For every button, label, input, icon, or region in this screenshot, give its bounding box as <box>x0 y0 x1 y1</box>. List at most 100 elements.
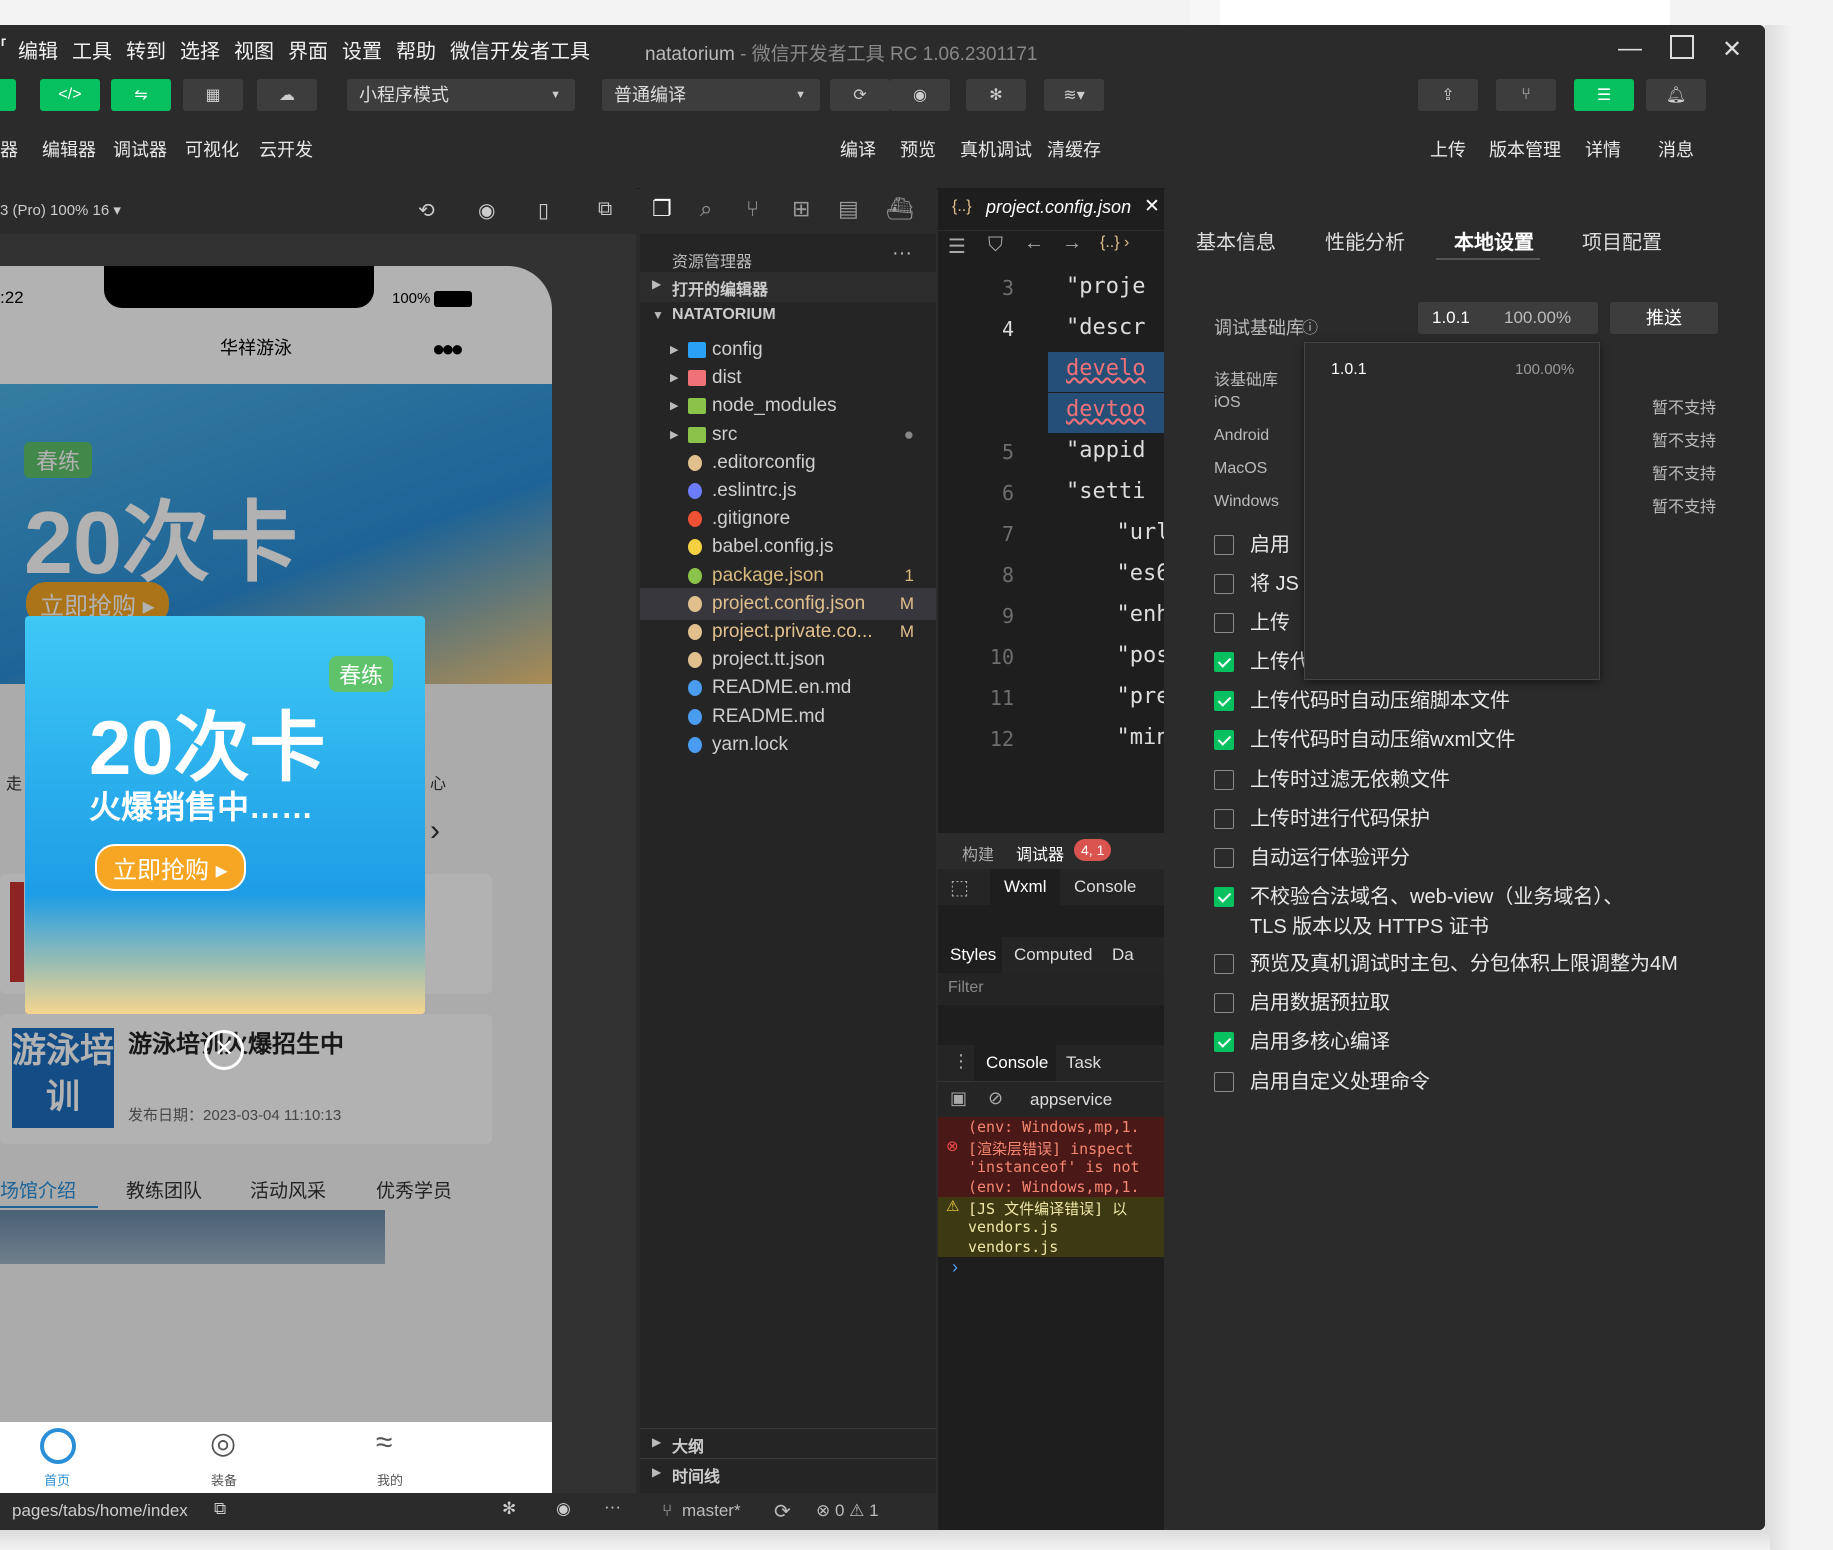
sync-icon[interactable]: ⟳ <box>774 1499 791 1524</box>
tab-dataset[interactable]: Da <box>1112 945 1134 965</box>
option-checkbox[interactable] <box>1214 691 1234 711</box>
phone-icon[interactable]: ▯ <box>538 198 549 223</box>
tree-item[interactable]: ▶ src ● <box>640 419 936 451</box>
option-checkbox[interactable] <box>1214 1032 1234 1052</box>
tab-wxml[interactable]: Wxml <box>1004 877 1046 897</box>
option-checkbox[interactable] <box>1214 954 1234 974</box>
open-editors-section[interactable]: ▶ 打开的编辑器 <box>640 272 936 302</box>
promo-popup[interactable]: 春练 20次卡 火爆销售中…… 立即抢购 ▸ <box>25 616 425 1014</box>
tree-item[interactable]: .eslintrc.js <box>640 475 936 507</box>
preview-button[interactable]: ◉ <box>890 79 950 111</box>
option-checkbox[interactable] <box>1214 535 1234 555</box>
problems-count[interactable]: ⊗ 0 ⚠ 1 <box>816 1501 879 1521</box>
tab-close-icon[interactable]: ✕ <box>1144 195 1160 218</box>
menu-item[interactable]: 选择 <box>180 35 220 64</box>
copy-icon[interactable]: ⧉ <box>214 1499 226 1519</box>
outline-section[interactable]: ▶ 大纲 <box>640 1428 936 1457</box>
tree-item[interactable]: project.tt.json <box>640 644 936 676</box>
lib-version-select[interactable]: 1.0.1 100.00% <box>1418 302 1598 334</box>
tab-performance[interactable]: 性能分析 <box>1325 226 1405 255</box>
option-checkbox[interactable] <box>1214 1072 1234 1092</box>
menu-item[interactable]: 编辑 <box>18 35 58 64</box>
tree-item[interactable]: .editorconfig <box>640 447 936 479</box>
device-select[interactable]: 3 (Pro) 100% 16 ▾ <box>0 201 121 219</box>
git-branch[interactable]: master* <box>682 1501 741 1521</box>
tree-item[interactable]: ▶ dist <box>640 362 936 394</box>
tab-debugger[interactable]: 调试器 <box>1016 841 1064 865</box>
filter-input[interactable]: Filter <box>938 973 1164 1005</box>
stop-icon[interactable]: ◉ <box>478 198 495 223</box>
menu-item[interactable]: 界面 <box>288 35 328 64</box>
menu-item[interactable]: 转到 <box>126 35 166 64</box>
tree-item[interactable]: project.private.co... M <box>640 616 936 648</box>
console-prompt[interactable]: › <box>952 1257 958 1278</box>
dropdown-option[interactable]: 1.0.1 100.00% <box>1305 355 1599 389</box>
storage-icon[interactable]: ▤ <box>838 196 859 222</box>
push-button[interactable]: 推送 <box>1610 302 1718 334</box>
code-line[interactable]: "pre <box>1090 684 1164 709</box>
back-icon[interactable]: ← <box>1024 232 1044 255</box>
simulator-toggle-button[interactable] <box>0 79 16 111</box>
git-icon[interactable]: ⑂ <box>746 196 759 222</box>
docker-icon[interactable]: ⛴ <box>886 196 914 222</box>
bug-icon[interactable]: ✻ <box>502 1499 516 1519</box>
kebab-icon[interactable]: ⋮ <box>952 1051 970 1072</box>
tree-item[interactable]: .gitignore <box>640 503 936 535</box>
option-checkbox[interactable] <box>1214 993 1234 1013</box>
tab-basic-info[interactable]: 基本信息 <box>1196 226 1276 255</box>
code-line[interactable]: "appid <box>1066 438 1145 463</box>
code-line[interactable]: "url <box>1090 520 1164 545</box>
code-line[interactable]: develo <box>1066 356 1145 381</box>
drawer-tab-task[interactable]: Task <box>1066 1053 1101 1073</box>
code-line[interactable]: "descr <box>1066 315 1145 340</box>
tree-item[interactable]: project.config.json M <box>640 587 936 620</box>
editor-toggle-button[interactable]: </> <box>40 79 100 111</box>
rotate-icon[interactable]: ⟲ <box>418 198 435 223</box>
window-icon[interactable]: ⧉ <box>598 198 612 221</box>
details-button[interactable]: ☰ <box>1574 79 1634 111</box>
code-line[interactable]: "es6 <box>1090 561 1164 586</box>
option-checkbox[interactable] <box>1214 730 1234 750</box>
list-icon[interactable]: ☰ <box>948 234 966 259</box>
menu-item[interactable]: 微信开发者工具 <box>450 35 590 64</box>
editor-tab[interactable]: {..} project.config.json ✕ <box>938 188 1164 231</box>
swimmer-icon[interactable]: ≈ <box>376 1426 392 1460</box>
option-checkbox[interactable] <box>1214 652 1234 672</box>
option-checkbox[interactable] <box>1214 887 1234 907</box>
visual-button[interactable]: ▦ <box>183 79 243 111</box>
search-icon[interactable]: ⌕ <box>700 196 712 222</box>
maximize-icon[interactable] <box>1670 35 1694 59</box>
option-checkbox[interactable] <box>1214 613 1234 633</box>
eye-icon[interactable]: ◉ <box>556 1499 571 1519</box>
tab-mine[interactable]: 我的 <box>377 1470 403 1489</box>
upload-button[interactable]: ⇪ <box>1418 79 1478 111</box>
inspect-icon[interactable]: ⬚ <box>950 875 969 900</box>
tab-console[interactable]: Console <box>1074 877 1136 897</box>
code-line[interactable]: "enh <box>1090 602 1164 627</box>
drawer-tab-console[interactable]: Console <box>986 1053 1048 1073</box>
option-checkbox[interactable] <box>1214 574 1234 594</box>
mode-select[interactable]: 小程序模式 ▼ <box>347 79 575 111</box>
extensions-icon[interactable]: ⊞ <box>792 196 810 222</box>
close-icon[interactable]: ✕ <box>1722 35 1742 64</box>
debugger-toggle-button[interactable]: ⇋ <box>111 79 171 111</box>
tree-item[interactable]: babel.config.js <box>640 531 936 563</box>
tab-project-config[interactable]: 项目配置 <box>1582 226 1662 255</box>
compile-button[interactable]: ⟳ <box>830 79 890 111</box>
more-icon[interactable]: ··· <box>892 242 912 265</box>
code-line[interactable]: "proje <box>1066 274 1145 299</box>
forward-icon[interactable]: → <box>1062 232 1082 255</box>
code-line[interactable]: "min <box>1090 725 1164 750</box>
home-icon[interactable] <box>40 1428 76 1464</box>
root-folder[interactable]: ▼ NATATORIUM <box>640 302 936 332</box>
minimize-icon[interactable]: — <box>1618 35 1642 63</box>
bookmark-icon[interactable]: ⛉ <box>988 234 1003 257</box>
remote-debug-button[interactable]: ✻ <box>966 79 1026 111</box>
help-icon[interactable]: ⓘ <box>1302 314 1318 338</box>
tree-item[interactable]: yarn.lock <box>640 729 936 761</box>
menu-truncated-item[interactable]: ⸢ <box>0 35 8 60</box>
sidebar-icon[interactable]: ▣ <box>950 1088 967 1109</box>
tab-styles[interactable]: Styles <box>950 945 996 965</box>
tab-computed[interactable]: Computed <box>1014 945 1092 965</box>
clear-cache-button[interactable]: ≋▾ <box>1044 79 1104 111</box>
